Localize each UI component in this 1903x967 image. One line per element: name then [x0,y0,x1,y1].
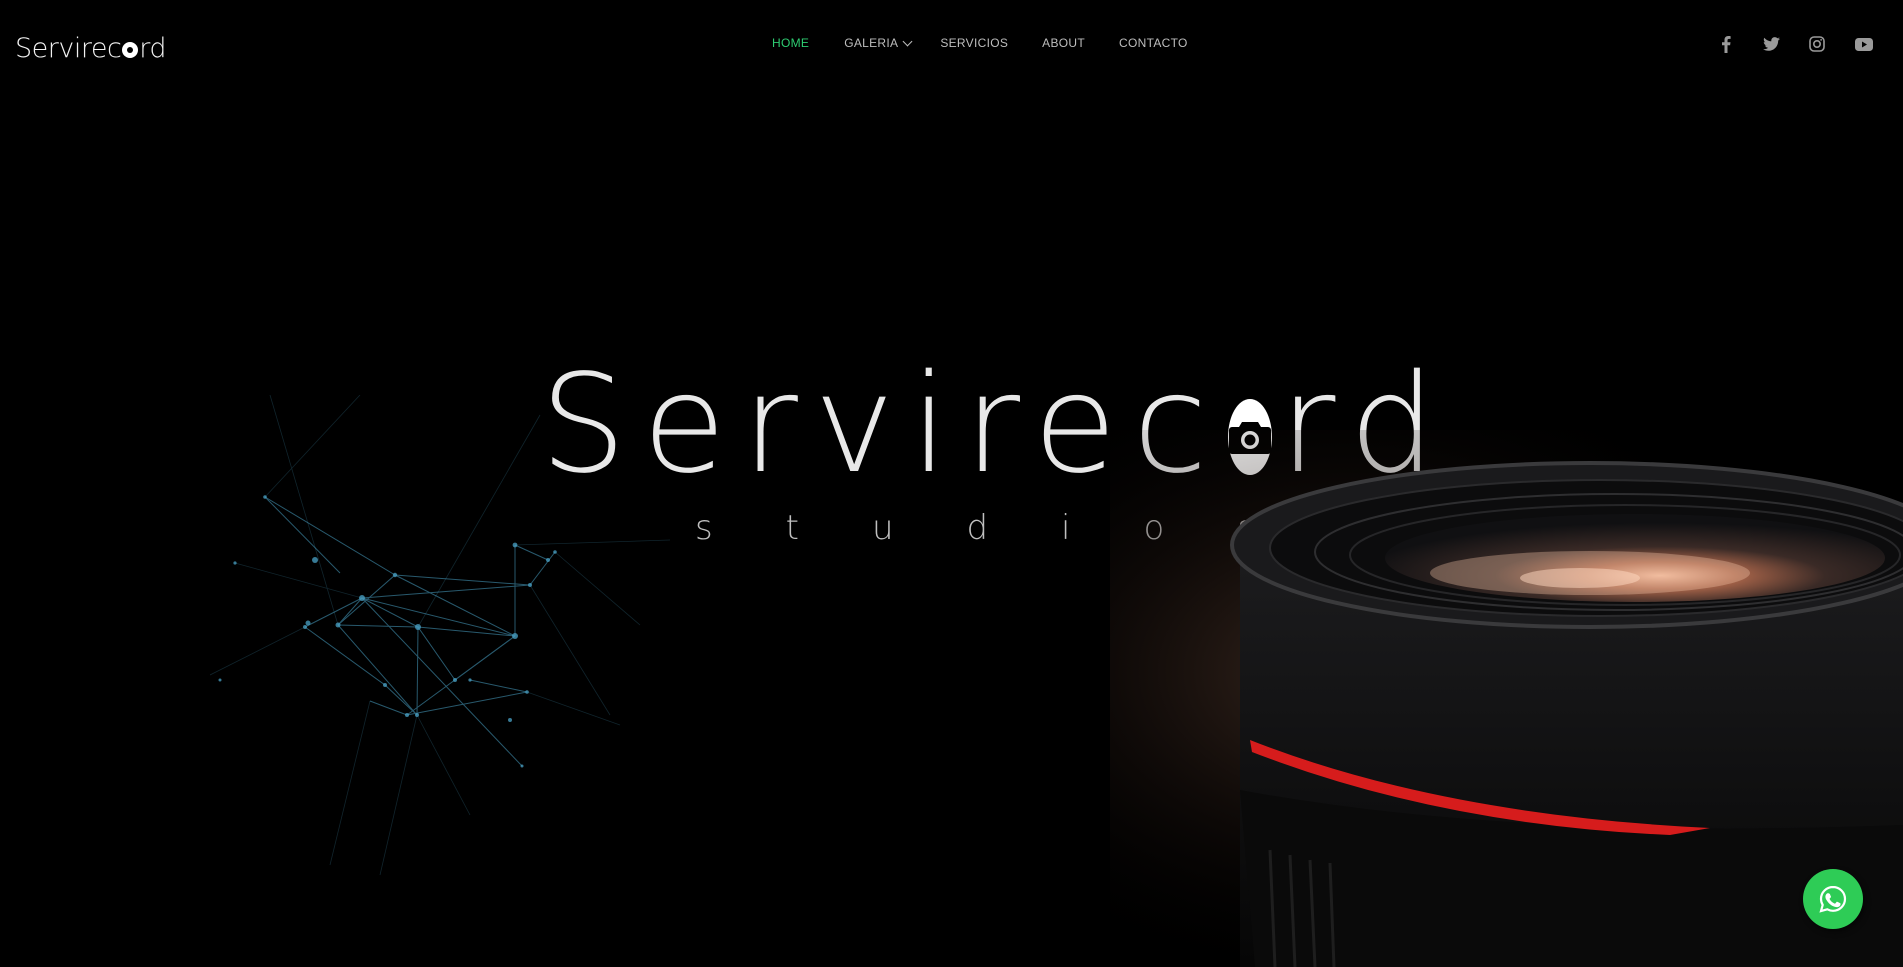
logo-text-end: rd [139,32,167,64]
logo-text-start: Servirec [15,32,122,64]
nav-about[interactable]: ABOUT [1042,36,1085,50]
nav-contacto[interactable]: CONTACTO [1119,36,1188,50]
facebook-icon[interactable] [1716,34,1736,54]
nav-galeria[interactable]: GALERIA [844,36,913,50]
instagram-icon[interactable] [1807,34,1827,54]
main-nav: HOME GALERIA SERVICIOS ABOUT CONTACTO [772,36,1188,50]
subtitle-letter: s [695,508,713,548]
page: Servirec rd HOME GALERIA SERVICIOS ABOUT … [0,0,1903,967]
subtitle-letter: t [785,508,800,548]
whatsapp-button[interactable] [1803,869,1863,929]
whatsapp-icon [1819,885,1847,913]
subtitle-letter: i [1061,508,1071,548]
nav-home[interactable]: HOME [772,36,809,50]
subtitle-letter: u [871,508,894,548]
youtube-icon[interactable] [1854,34,1874,54]
camera-lens-image [1110,430,1903,967]
subtitle-letter: d [966,508,989,548]
site-logo[interactable]: Servirec rd [15,30,167,66]
nav-servicios[interactable]: SERVICIOS [940,36,1008,50]
twitter-icon[interactable] [1761,34,1781,54]
chevron-down-icon [902,36,913,46]
site-header: Servirec rd HOME GALERIA SERVICIOS ABOUT … [0,0,1903,92]
nav-galeria-label: GALERIA [844,36,899,50]
logo-camera-icon [122,42,139,58]
